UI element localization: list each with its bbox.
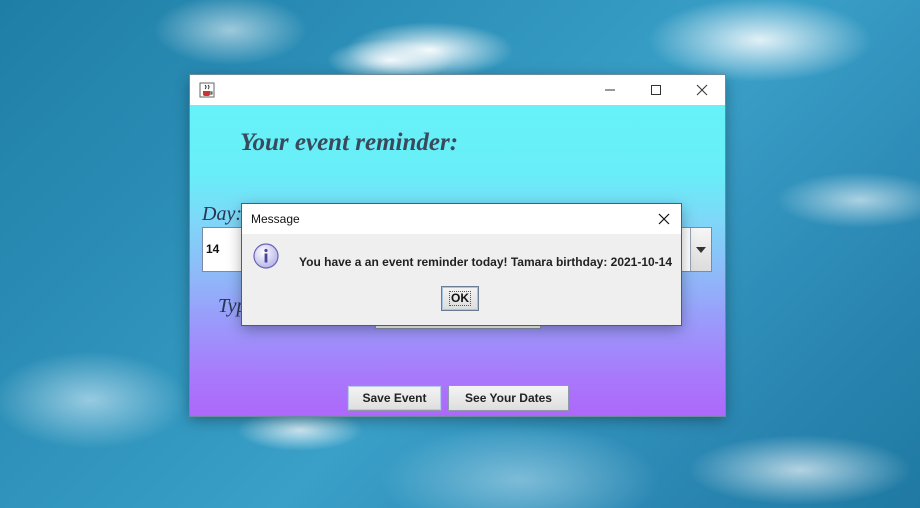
maximize-icon <box>651 85 661 95</box>
day-label: Day: <box>202 203 242 225</box>
close-icon <box>696 84 708 96</box>
day-select-value: 14 <box>206 242 220 256</box>
dialog-close-button[interactable] <box>647 204 681 234</box>
page-title: Your event reminder: <box>240 129 459 156</box>
message-dialog: Message You have a an event reminder tod… <box>242 204 681 325</box>
minimize-button[interactable] <box>587 75 633 105</box>
ok-button-label: OK <box>449 291 471 306</box>
java-cup-icon <box>199 82 215 98</box>
window-titlebar[interactable] <box>190 75 725 105</box>
close-button[interactable] <box>679 75 725 105</box>
save-event-button[interactable]: Save Event <box>347 385 442 411</box>
minimize-icon <box>605 89 615 91</box>
dialog-titlebar[interactable]: Message <box>242 204 681 234</box>
see-dates-button[interactable]: See Your Dates <box>448 385 569 411</box>
dialog-title: Message <box>251 212 300 226</box>
info-icon <box>253 243 279 269</box>
day-select-arrow[interactable] <box>690 228 711 271</box>
close-icon <box>658 213 670 225</box>
chevron-down-icon <box>696 246 706 253</box>
dialog-message: You have a an event reminder today! Tama… <box>299 255 673 269</box>
maximize-button[interactable] <box>633 75 679 105</box>
ok-button[interactable]: OK <box>441 286 479 311</box>
